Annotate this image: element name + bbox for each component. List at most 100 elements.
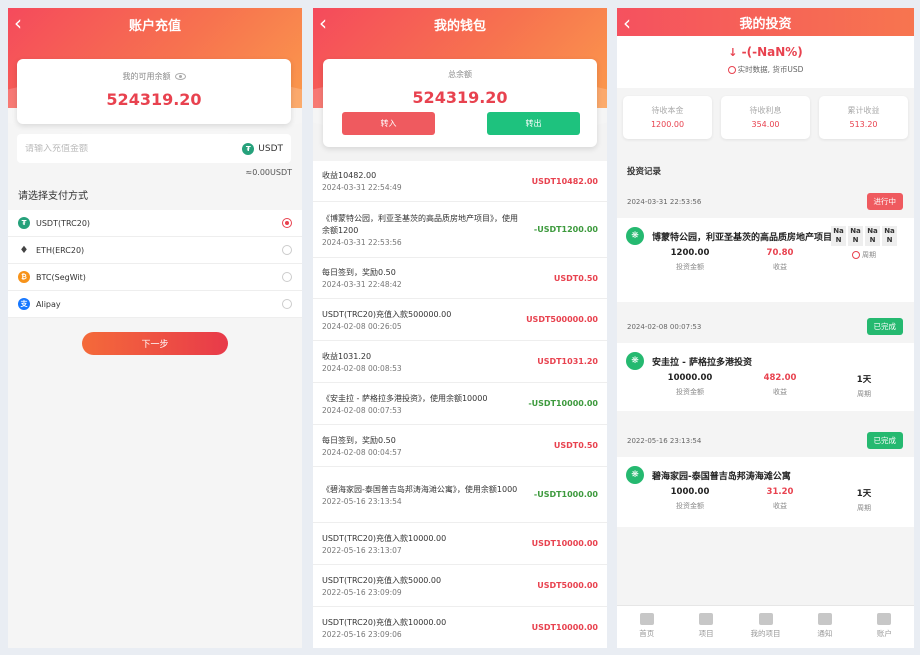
record-desc: 收益10482.00 [322, 171, 377, 180]
record-amount: USDT5000.00 [537, 581, 598, 590]
back-icon[interactable]: ‹ [623, 12, 631, 34]
project-name: 博蒙特公园，利亚圣基茨的高品质房地产项目 [652, 233, 833, 243]
invest-date: 2024-02-08 00:07:53 [627, 322, 702, 331]
countdown: Na N Na N Na N Na N [829, 226, 899, 246]
wallet-topbar: ‹ 我的钱包 [313, 8, 607, 40]
project-logo-icon: ❋ [626, 352, 644, 370]
user-icon [877, 613, 892, 625]
record-amount: USDT0.50 [553, 273, 598, 283]
list-item: 《安圭拉 - 萨格拉多港投资》，使用余额10000 2024-02-08 00:0… [313, 383, 607, 425]
radio[interactable] [282, 299, 292, 309]
record-desc: USDT(TRC20)充值入款10000.00 [322, 533, 447, 543]
pay-method-label: Alipay [36, 299, 61, 309]
record-time: 2022-05-16 23:09:06 [322, 629, 402, 639]
list-item: USDT(TRC20)充值入款5000.00 2022-05-16 23:09:0… [313, 565, 607, 607]
status-badge: 已完成 [866, 318, 903, 335]
tab-projects[interactable]: 项目 [676, 606, 735, 648]
invest-amount: 10000.00 [667, 373, 713, 383]
pay-method-btc[interactable]: ₿ BTC(SegWit) [8, 264, 302, 291]
pay-method-alipay[interactable]: 支 Alipay [8, 291, 302, 318]
stat-card: 累计收益 513.20 [819, 96, 908, 139]
wallet-records: 收益10482.00 2024-03-31 22:54:49 USDT10482.… [313, 161, 607, 648]
invest-date: 2022-05-16 23:13:54 [627, 436, 702, 445]
invest-topbar: ‹ 我的投资 [617, 8, 914, 36]
tab-my-projects[interactable]: 我的项目 [736, 606, 795, 648]
record-time: 2022-05-16 23:13:54 [322, 496, 402, 506]
profit-label: 收益 [773, 388, 787, 396]
eye-icon[interactable] [174, 73, 186, 80]
invest-item[interactable]: 2022-05-16 23:13:54 已完成 ❋ 碧海家园-泰国普吉岛邦涛海滩… [617, 424, 914, 527]
invest-item[interactable]: 2024-02-08 00:07:53 已完成 ❋ 安圭拉 - 萨格拉多港投资 … [617, 310, 914, 411]
transfer-in-button[interactable]: 转入 [342, 112, 435, 135]
down-arrow-icon: ↓ [728, 46, 738, 59]
record-time: 2024-03-31 22:48:42 [322, 280, 402, 289]
tab-account[interactable]: 账户 [855, 606, 914, 648]
tab-home[interactable]: 首页 [617, 606, 676, 648]
balance-card: 我的可用余额 524319.20 [17, 59, 291, 124]
record-desc: 《碧海家园-泰国普吉岛邦涛海滩公寓》，使用余额1000 [322, 484, 518, 494]
project-logo-icon: ❋ [626, 227, 644, 245]
back-icon[interactable]: ‹ [319, 12, 327, 34]
invest-profit: 482.00 [763, 373, 797, 383]
list-item: 收益1031.20 2024-02-08 00:08:53 USDT1031.20 [313, 341, 607, 383]
stat-value: 354.00 [751, 120, 780, 129]
record-desc: USDT(TRC20)充值入款5000.00 [322, 575, 442, 585]
radio[interactable] [282, 272, 292, 282]
radio-selected[interactable] [282, 218, 292, 228]
records-title: 投资记录 [627, 167, 662, 177]
alipay-icon: 支 [18, 298, 30, 310]
amount-input[interactable] [25, 143, 243, 154]
tab-notice[interactable]: 通知 [795, 606, 854, 648]
amount-label: 投资金额 [676, 502, 704, 510]
transfer-out-button[interactable]: 转出 [487, 112, 580, 135]
back-icon[interactable]: ‹ [14, 12, 22, 34]
balance-amount: 524319.20 [106, 90, 202, 109]
invest-item[interactable]: 2024-03-31 22:53:56 进行中 ❋ 博蒙特公园，利亚圣基茨的高品… [617, 185, 914, 302]
next-button[interactable]: 下一步 [82, 332, 228, 355]
stat-card: 待收利息 354.00 [721, 96, 810, 139]
record-time: 2024-03-31 22:54:49 [322, 183, 402, 192]
approx-value: ≈0.00USDT [245, 168, 293, 177]
pay-method-eth[interactable]: ♦ ETH(ERC20) [8, 237, 302, 264]
list-item: USDT(TRC20)充值入款10000.00 2022-05-16 23:09:… [313, 607, 607, 648]
record-time: 2022-05-16 23:13:07 [322, 545, 402, 555]
stat-card: 待收本金 1200.00 [623, 96, 712, 139]
record-time: 2024-02-08 00:08:53 [322, 363, 402, 373]
flag-icon [817, 613, 832, 625]
record-time: 2024-02-08 00:04:57 [322, 447, 402, 457]
bottom-tabbar: 首页 项目 我的项目 通知 账户 [617, 605, 914, 648]
list-item: 《碧海家园-泰国普吉岛邦涛海滩公寓》，使用余额1000 2022-05-16 23… [313, 467, 607, 523]
currency-selector[interactable]: ₮ USDT [242, 142, 283, 155]
pay-method-label: BTC(SegWit) [36, 272, 86, 282]
record-amount: USDT10000.00 [531, 623, 598, 632]
amount-label: 投资金额 [676, 263, 704, 271]
pay-method-label: USDT(TRC20) [36, 218, 91, 228]
status-badge: 已完成 [866, 432, 903, 449]
record-amount: USDT10482.00 [531, 176, 598, 186]
radio[interactable] [282, 245, 292, 255]
profit-label: 收益 [773, 502, 787, 510]
project-name: 碧海家园-泰国普吉岛邦涛海滩公寓 [652, 472, 791, 482]
stat-label: 累计收益 [847, 106, 880, 115]
record-amount: -USDT1000.00 [533, 490, 598, 499]
stat-value: 1200.00 [650, 120, 685, 129]
record-desc: 收益1031.20 [322, 351, 372, 361]
invest-period: 1天 [856, 489, 872, 499]
pay-method-usdt[interactable]: ₮ USDT(TRC20) [8, 210, 302, 237]
period-label: 周期 [862, 251, 876, 259]
page-title: 账户充值 [128, 18, 181, 34]
percent-change: -(-NaN%) [741, 45, 803, 59]
usdt-icon: ₮ [242, 142, 255, 155]
home-icon [639, 613, 654, 625]
list-item: 每日签到，奖励0.50 2024-02-08 00:04:57 USDT0.50 [313, 425, 607, 467]
btc-icon: ₿ [18, 271, 30, 283]
record-amount: USDT0.50 [553, 441, 598, 450]
pay-method-label: ETH(ERC20) [36, 245, 85, 255]
record-amount: -USDT1200.00 [533, 225, 598, 234]
total-balance-label: 总余额 [448, 70, 472, 79]
invest-panel: ‹ 我的投资 ↓ -(-NaN%) 实时数据, 货币USD 待收本金 1200.… [617, 8, 914, 648]
record-desc: 每日签到，奖励0.50 [322, 268, 396, 277]
record-amount: USDT10000.00 [531, 539, 598, 548]
stat-value: 513.20 [849, 120, 878, 129]
invest-amount: 1200.00 [670, 248, 710, 258]
